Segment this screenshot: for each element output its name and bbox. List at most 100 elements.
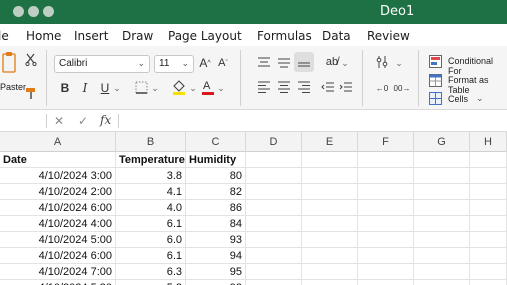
- chevron-down-icon[interactable]: ⌄: [150, 81, 160, 95]
- empty-cell[interactable]: [302, 264, 358, 280]
- paste-icon[interactable]: [2, 50, 18, 78]
- column-header-a[interactable]: A: [0, 132, 116, 152]
- tab-home[interactable]: Home: [26, 29, 61, 43]
- cells-icon[interactable]: [428, 91, 442, 105]
- cell-temperature[interactable]: 6.3: [116, 264, 186, 280]
- align-middle-icon[interactable]: [276, 56, 292, 70]
- column-header-c[interactable]: C: [186, 132, 246, 152]
- empty-cell[interactable]: [470, 280, 507, 285]
- cell-temperature[interactable]: 3.8: [116, 168, 186, 184]
- cell-humidity[interactable]: 92: [186, 280, 246, 285]
- empty-cell[interactable]: [470, 264, 507, 280]
- italic-icon[interactable]: I: [78, 81, 92, 95]
- cut-icon[interactable]: [24, 52, 38, 66]
- empty-cell[interactable]: [302, 280, 358, 285]
- bold-icon[interactable]: B: [58, 81, 72, 95]
- empty-cell[interactable]: [302, 184, 358, 200]
- empty-cell[interactable]: [246, 248, 302, 264]
- empty-cell[interactable]: [470, 232, 507, 248]
- empty-cell[interactable]: [302, 168, 358, 184]
- tab-data[interactable]: Data: [322, 29, 351, 43]
- empty-cell[interactable]: [246, 168, 302, 184]
- empty-cell[interactable]: [358, 232, 414, 248]
- cell-date[interactable]: 4/10/2024 4:00: [0, 216, 116, 232]
- align-top-icon[interactable]: [256, 56, 272, 70]
- cell-date[interactable]: 4/10/2024 6:00: [0, 200, 116, 216]
- empty-cell[interactable]: [358, 216, 414, 232]
- empty-cell[interactable]: [414, 200, 470, 216]
- empty-cell[interactable]: [302, 152, 358, 168]
- empty-cell[interactable]: [358, 280, 414, 285]
- chevron-down-icon[interactable]: ⌄: [394, 56, 404, 70]
- header-cell-temperature[interactable]: Temperature: [116, 152, 186, 168]
- empty-cell[interactable]: [246, 264, 302, 280]
- cell-humidity[interactable]: 94: [186, 248, 246, 264]
- header-cell-date[interactable]: Date: [0, 152, 116, 168]
- cell-humidity[interactable]: 86: [186, 200, 246, 216]
- minimize-window-button[interactable]: [28, 6, 39, 17]
- cell-humidity[interactable]: 82: [186, 184, 246, 200]
- empty-cell[interactable]: [302, 232, 358, 248]
- column-header-f[interactable]: F: [358, 132, 414, 152]
- tab-file[interactable]: le: [0, 29, 9, 43]
- cell-temperature[interactable]: 6.1: [116, 248, 186, 264]
- tab-draw[interactable]: Draw: [122, 29, 153, 43]
- cell-date[interactable]: 4/10/2024 5:00: [0, 232, 116, 248]
- cell-date[interactable]: 4/10/2024 2:00: [0, 184, 116, 200]
- empty-cell[interactable]: [470, 248, 507, 264]
- format-as-table-label[interactable]: Format as Table: [448, 75, 507, 95]
- cell-humidity[interactable]: 84: [186, 216, 246, 232]
- cells-label[interactable]: Cells: [448, 94, 468, 104]
- close-window-button[interactable]: [13, 6, 24, 17]
- decrease-decimal-icon[interactable]: 00→: [394, 80, 411, 96]
- format-painter-icon[interactable]: [24, 86, 38, 100]
- empty-cell[interactable]: [246, 216, 302, 232]
- cell-temperature[interactable]: 6.1: [116, 216, 186, 232]
- insert-function-icon[interactable]: fx: [100, 113, 111, 127]
- conditional-formatting-label[interactable]: Conditional For: [448, 56, 507, 76]
- number-format-icon[interactable]: [374, 54, 390, 70]
- increase-decimal-icon[interactable]: ←0: [374, 80, 390, 96]
- align-center-icon[interactable]: [276, 80, 292, 94]
- empty-cell[interactable]: [414, 168, 470, 184]
- tab-review[interactable]: Review: [367, 29, 410, 43]
- increase-font-size-icon[interactable]: A ^: [198, 55, 212, 71]
- chevron-down-icon[interactable]: ⌄: [340, 56, 350, 70]
- empty-cell[interactable]: [358, 248, 414, 264]
- empty-cell[interactable]: [414, 152, 470, 168]
- chevron-down-icon[interactable]: ⌄: [112, 81, 122, 95]
- empty-cell[interactable]: [470, 216, 507, 232]
- empty-cell[interactable]: [302, 248, 358, 264]
- font-size-dropdown[interactable]: 11 ⌄: [154, 55, 194, 73]
- fill-color-icon[interactable]: [170, 78, 188, 96]
- empty-cell[interactable]: [246, 232, 302, 248]
- borders-icon[interactable]: [134, 80, 148, 94]
- empty-cell[interactable]: [414, 264, 470, 280]
- align-right-icon[interactable]: [296, 80, 312, 94]
- empty-cell[interactable]: [470, 152, 507, 168]
- tab-insert[interactable]: Insert: [74, 29, 108, 43]
- underline-icon[interactable]: U: [98, 81, 112, 95]
- empty-cell[interactable]: [470, 168, 507, 184]
- zoom-window-button[interactable]: [43, 6, 54, 17]
- cell-date[interactable]: 4/10/2024 6:00: [0, 248, 116, 264]
- increase-indent-icon[interactable]: [338, 80, 354, 94]
- empty-cell[interactable]: [414, 280, 470, 285]
- cancel-edit-icon[interactable]: ✕: [54, 114, 64, 128]
- header-cell-humidity[interactable]: Humidity: [186, 152, 246, 168]
- cell-humidity[interactable]: 80: [186, 168, 246, 184]
- empty-cell[interactable]: [246, 200, 302, 216]
- empty-cell[interactable]: [358, 152, 414, 168]
- cell-temperature[interactable]: 6.0: [116, 232, 186, 248]
- empty-cell[interactable]: [358, 264, 414, 280]
- align-bottom-icon[interactable]: [294, 52, 314, 72]
- name-box[interactable]: [0, 112, 40, 130]
- confirm-edit-icon[interactable]: ✓: [78, 114, 88, 128]
- cell-humidity[interactable]: 95: [186, 264, 246, 280]
- cell-date[interactable]: 4/10/2024 5:30: [0, 280, 116, 285]
- column-header-b[interactable]: B: [116, 132, 186, 152]
- chevron-down-icon[interactable]: ⌄: [188, 81, 198, 95]
- empty-cell[interactable]: [358, 200, 414, 216]
- column-header-e[interactable]: E: [302, 132, 358, 152]
- column-header-g[interactable]: G: [414, 132, 470, 152]
